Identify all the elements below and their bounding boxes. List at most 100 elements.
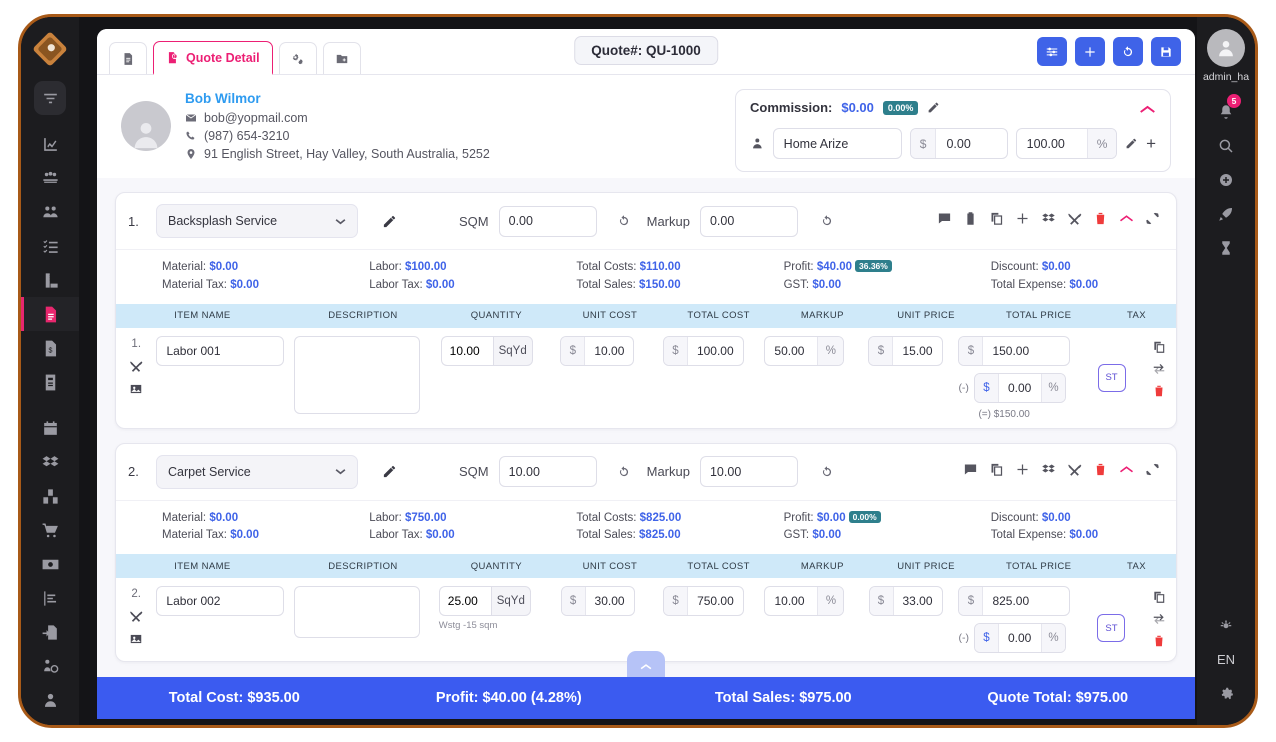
description-textarea[interactable] xyxy=(293,335,420,414)
row-tools-icon[interactable] xyxy=(129,359,143,373)
sidebar-item-employees[interactable] xyxy=(33,649,67,683)
tools-button[interactable] xyxy=(1067,211,1082,231)
row-tools-icon[interactable] xyxy=(129,609,143,623)
comment-button[interactable] xyxy=(963,462,978,482)
swap-icon[interactable] xyxy=(1152,362,1166,376)
sidebar-item-payments[interactable] xyxy=(33,547,67,581)
total-cost-input[interactable]: $750.00 xyxy=(663,586,744,617)
sidebar-item-calendar[interactable] xyxy=(33,411,67,445)
commission-percent-field[interactable]: 100.00 % xyxy=(1015,128,1118,159)
sidebar-item-profile[interactable] xyxy=(33,683,67,717)
timer-button[interactable] xyxy=(1209,231,1243,265)
notifications-button[interactable]: 5 xyxy=(1209,94,1243,129)
tax-button[interactable]: ST xyxy=(1097,614,1126,643)
save-button[interactable] xyxy=(1151,37,1181,66)
service-select[interactable]: Backsplash Service xyxy=(156,204,358,238)
quick-add-button[interactable] xyxy=(1209,163,1243,197)
sidebar-item-import[interactable] xyxy=(33,615,67,649)
sqm-refresh-icon[interactable] xyxy=(617,214,631,228)
total-price-input[interactable]: $150.00 xyxy=(958,335,1071,366)
settings-button[interactable] xyxy=(1209,677,1243,711)
language-selector[interactable]: EN xyxy=(1217,652,1235,667)
expand-service-button[interactable] xyxy=(1145,462,1160,482)
total-cost-input[interactable]: $100.00 xyxy=(662,335,744,366)
launch-button[interactable] xyxy=(1209,197,1243,231)
copy-icon[interactable] xyxy=(1152,590,1166,604)
tab-quote-detail[interactable]: Quote Detail xyxy=(153,41,273,75)
markup-input[interactable]: 10.00 xyxy=(699,456,798,488)
tab-document[interactable] xyxy=(109,42,147,74)
search-button[interactable] xyxy=(1209,129,1243,163)
sidebar-item-files[interactable] xyxy=(33,717,67,725)
collapse-service-button[interactable] xyxy=(1119,211,1134,231)
tools-button[interactable] xyxy=(1067,462,1082,482)
service-edit-icon[interactable] xyxy=(382,214,397,229)
unit-price-input[interactable]: $15.00 xyxy=(868,335,943,366)
dropbox-button[interactable] xyxy=(1041,462,1056,482)
sidebar-item-quotes[interactable] xyxy=(21,297,79,331)
trash-icon[interactable] xyxy=(1152,384,1166,398)
trash-icon[interactable] xyxy=(1152,634,1166,648)
quantity-input[interactable]: 25.00 SqYd xyxy=(438,586,531,617)
avatar[interactable] xyxy=(1207,29,1245,67)
discount-input[interactable]: $0.00% xyxy=(973,623,1066,654)
sidebar-item-inventory[interactable] xyxy=(33,479,67,513)
sqm-input[interactable]: 0.00 xyxy=(498,205,597,237)
sqm-refresh-icon[interactable] xyxy=(617,465,631,479)
discount-input[interactable]: $0.00% xyxy=(973,372,1066,403)
swap-icon[interactable] xyxy=(1152,612,1166,626)
service-edit-icon[interactable] xyxy=(382,464,397,479)
item-name-input[interactable]: Labor 001 xyxy=(156,335,285,366)
customer-name[interactable]: Bob Wilmor xyxy=(185,91,490,106)
sidebar-item-invoices[interactable]: $ xyxy=(33,331,67,365)
commission-edit-icon[interactable] xyxy=(1125,137,1138,150)
sidebar-item-users[interactable] xyxy=(33,195,67,229)
markup-input[interactable]: 0.00 xyxy=(699,205,798,237)
service-select[interactable]: Carpet Service xyxy=(156,454,358,489)
sidebar-item-filter[interactable] xyxy=(34,81,66,115)
add-item-button[interactable] xyxy=(1015,462,1030,482)
copy-icon[interactable] xyxy=(1152,340,1166,354)
sidebar-item-measure[interactable] xyxy=(33,263,67,297)
tax-button[interactable]: ST xyxy=(1097,363,1126,392)
markup-refresh-icon[interactable] xyxy=(820,465,834,479)
delete-service-button[interactable] xyxy=(1093,211,1108,231)
markup-input[interactable]: 50.00% xyxy=(764,335,845,366)
filter-button[interactable] xyxy=(1037,37,1067,66)
total-price-input[interactable]: $825.00 xyxy=(958,586,1071,617)
unit-price-input[interactable]: $33.00 xyxy=(868,586,943,617)
description-textarea[interactable] xyxy=(293,586,420,639)
edit-pencil-icon[interactable] xyxy=(927,101,940,114)
brightness-button[interactable] xyxy=(1209,608,1243,642)
commission-add-icon[interactable]: + xyxy=(1146,135,1156,152)
expand-service-button[interactable] xyxy=(1145,211,1160,231)
add-button[interactable] xyxy=(1075,37,1105,66)
tab-folder[interactable] xyxy=(322,42,361,74)
sidebar-item-statistics[interactable] xyxy=(33,581,67,615)
sidebar-item-checklist[interactable] xyxy=(33,229,67,263)
duplicate-button[interactable] xyxy=(989,211,1004,231)
tab-settings[interactable] xyxy=(278,42,317,74)
sidebar-item-analytics[interactable] xyxy=(33,127,67,161)
delete-service-button[interactable] xyxy=(1093,462,1108,482)
markup-refresh-icon[interactable] xyxy=(820,214,834,228)
markup-input[interactable]: 10.00% xyxy=(764,586,845,617)
sidebar-item-reports[interactable] xyxy=(33,365,67,399)
row-image-icon[interactable] xyxy=(129,632,143,646)
refresh-button[interactable] xyxy=(1113,37,1143,66)
sqm-input[interactable]: 10.00 xyxy=(498,456,597,488)
row-image-icon[interactable] xyxy=(129,382,143,396)
commission-amount-field[interactable]: $ 0.00 xyxy=(909,128,1008,159)
quantity-input[interactable]: 10.00 SqYd xyxy=(440,335,533,366)
unit-cost-input[interactable]: $30.00 xyxy=(560,586,635,617)
commission-agent-field[interactable]: Home Arize xyxy=(772,128,902,159)
add-item-button[interactable] xyxy=(1015,211,1030,231)
sidebar-item-dropbox[interactable] xyxy=(33,445,67,479)
commission-collapse-toggle[interactable] xyxy=(1139,102,1156,120)
item-name-input[interactable]: Labor 002 xyxy=(156,586,285,617)
notes-button[interactable] xyxy=(963,211,978,231)
sidebar-item-orders[interactable] xyxy=(33,513,67,547)
comment-button[interactable] xyxy=(937,211,952,231)
unit-cost-input[interactable]: $10.00 xyxy=(560,335,635,366)
duplicate-button[interactable] xyxy=(989,462,1004,482)
